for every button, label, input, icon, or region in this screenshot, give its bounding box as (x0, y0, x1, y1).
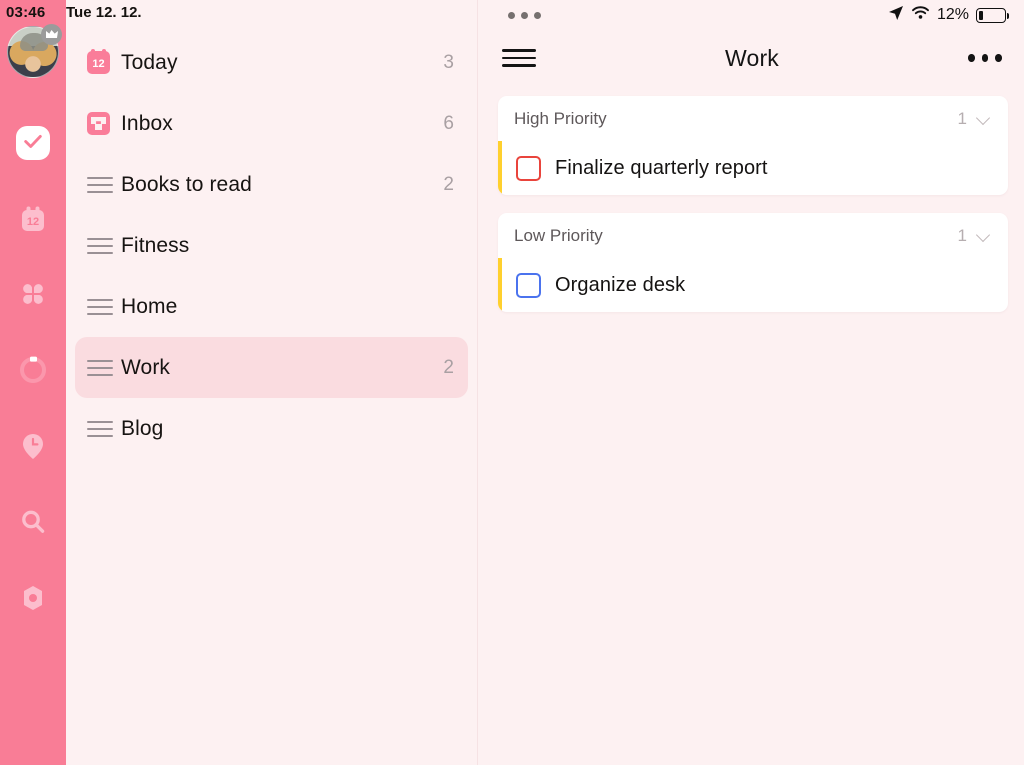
rail-item-planned[interactable] (13, 428, 53, 468)
svg-text:12: 12 (27, 216, 39, 228)
sidebar-item-label: Blog (121, 416, 164, 440)
sidebar-item-count: 2 (443, 356, 454, 378)
rail-item-search[interactable] (13, 504, 53, 544)
sidebar-item-today[interactable]: 12 Today 3 (75, 32, 468, 93)
section-header[interactable]: Low Priority 1 (498, 213, 1008, 258)
task-checkbox[interactable] (516, 155, 541, 181)
lists-sidebar: Tue 12. 12. 12 Today 3 Inbox 6 Books to … (66, 0, 478, 765)
sidebar-item-count: 2 (443, 173, 454, 195)
sidebar-item-label: Books to read (121, 172, 252, 196)
sidebar-item-label: Home (121, 294, 178, 318)
sidebar-item-label: Fitness (121, 233, 190, 257)
sidebar-item-blog[interactable]: Blog (75, 398, 468, 459)
location-arrow-icon (888, 5, 904, 26)
list-lines-icon (87, 359, 121, 376)
sidebar-item-label: Work (121, 355, 171, 379)
priority-accent-bar (498, 258, 502, 312)
sidebar-item-label: Inbox (121, 111, 173, 135)
status-indicators: 12% (888, 5, 1009, 26)
section-low-priority: Low Priority 1 Organize desk (498, 213, 1008, 312)
check-icon (22, 130, 44, 157)
sidebar-item-home[interactable]: Home (75, 276, 468, 337)
inbox-icon (87, 112, 121, 135)
rail-item-widgets[interactable] (13, 276, 53, 316)
window-dots-icon[interactable] (508, 11, 541, 19)
sections-container: High Priority 1 Finalize quarterly repor… (478, 86, 1024, 312)
timer-ring-icon (17, 354, 49, 391)
page-title: Work (724, 44, 780, 71)
status-bar: 12% (478, 0, 1024, 30)
list-lines-icon (87, 237, 121, 254)
search-icon (17, 506, 49, 543)
calendar-12-icon: 12 (16, 203, 50, 242)
section-high-priority: High Priority 1 Finalize quarterly repor… (498, 96, 1008, 195)
list-lines-icon (87, 298, 121, 315)
status-time: 03:46 (6, 4, 46, 21)
rail-item-tasks[interactable] (16, 126, 50, 160)
sidebar-item-fitness[interactable]: Fitness (75, 215, 468, 276)
task-title: Organize desk (555, 273, 686, 296)
detail-header: Work (478, 30, 1024, 86)
chevron-down-icon[interactable] (977, 229, 990, 242)
sidebar-item-count: 3 (443, 51, 454, 73)
list-lines-icon (87, 420, 121, 437)
detail-panel: 12% Work High Priority 1 Finalize quarte… (478, 0, 1024, 765)
more-options-icon[interactable] (967, 54, 1002, 62)
wifi-icon (911, 5, 930, 25)
chevron-down-icon[interactable] (977, 112, 990, 125)
section-header[interactable]: High Priority 1 (498, 96, 1008, 141)
crown-badge-icon (41, 24, 62, 45)
task-title: Finalize quarterly report (555, 156, 768, 179)
section-title: Low Priority (514, 225, 603, 245)
app-rail: 03:46 12 (0, 0, 66, 765)
status-date: Tue 12. 12. (66, 4, 142, 21)
task-row[interactable]: Finalize quarterly report (498, 141, 1008, 195)
rail-item-calendar[interactable]: 12 (13, 202, 53, 242)
section-count: 1 (957, 225, 967, 245)
section-title: High Priority (514, 108, 607, 128)
clover-grid-icon (17, 278, 49, 315)
avatar[interactable] (7, 24, 62, 78)
section-count: 1 (957, 108, 967, 128)
priority-accent-bar (498, 141, 502, 195)
list-lines-icon (87, 176, 121, 193)
hamburger-menu-icon[interactable] (502, 49, 536, 67)
rail-item-progress[interactable] (13, 352, 53, 392)
sidebar-item-count: 6 (443, 112, 454, 134)
sidebar-item-work[interactable]: Work 2 (75, 337, 468, 398)
battery-percent: 12% (936, 6, 969, 23)
calendar-12-icon: 12 (87, 49, 121, 74)
task-checkbox[interactable] (516, 272, 541, 298)
sidebar-item-books-to-read[interactable]: Books to read 2 (75, 154, 468, 215)
task-row[interactable]: Organize desk (498, 258, 1008, 312)
sidebar-item-inbox[interactable]: Inbox 6 (75, 93, 468, 154)
lists-container: 12 Today 3 Inbox 6 Books to read 2 Fitne… (66, 0, 477, 459)
app-screen: 03:46 12 Tue 12. 12. 12 Today 3 Inbox 6 … (0, 0, 1024, 765)
rail-item-settings[interactable] (13, 580, 53, 620)
pin-clock-icon (17, 430, 49, 467)
settings-hex-icon (17, 582, 49, 619)
sidebar-item-label: Today (121, 50, 178, 74)
battery-icon (976, 7, 1009, 23)
